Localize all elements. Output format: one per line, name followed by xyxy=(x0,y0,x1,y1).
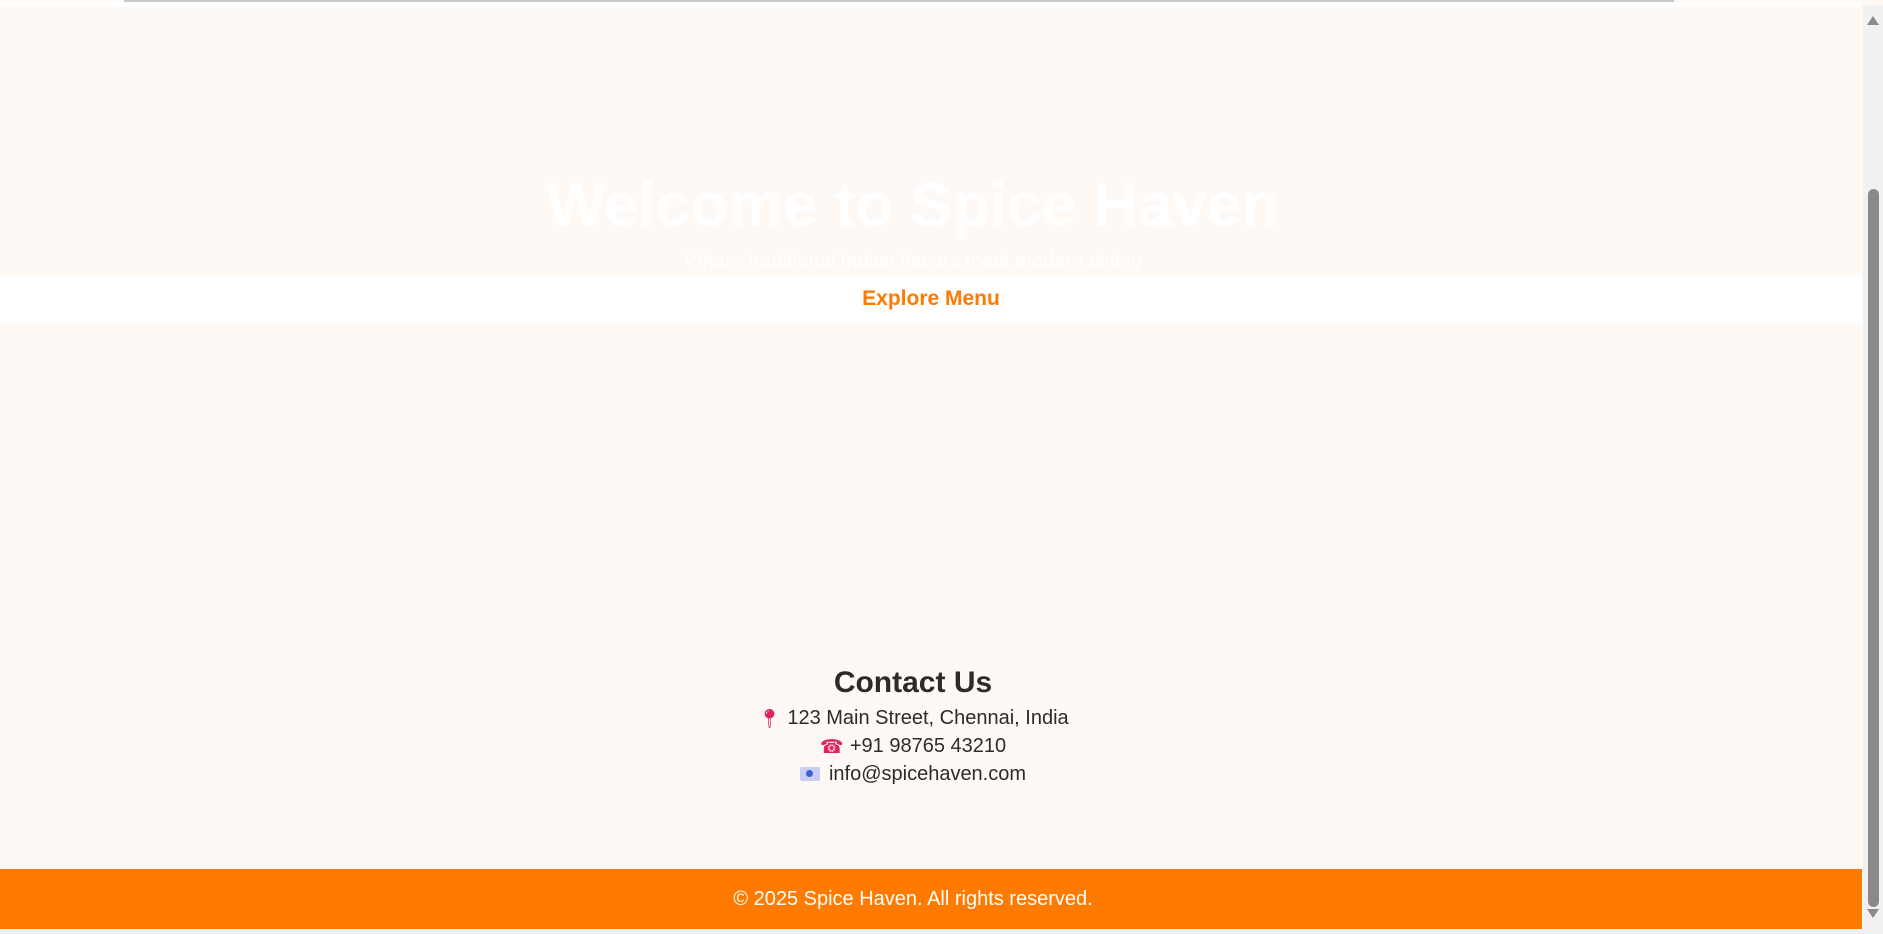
page-viewport: Welcome to Spice Haven Where traditional… xyxy=(0,0,1862,934)
scrollbar-thumb[interactable] xyxy=(1868,189,1879,907)
hero-subtitle: Where traditional Indian flavors meet mo… xyxy=(683,250,1143,272)
top-band xyxy=(0,2,1862,7)
contact-phone: ☎︎ +91 98765 43210 xyxy=(0,733,1826,761)
contact-section: Contact Us 📍︎ 123 Main Street, Chennai, I… xyxy=(0,661,1826,788)
phone-icon: ☎︎ xyxy=(819,737,844,758)
vertical-scrollbar[interactable] xyxy=(1863,5,1883,929)
explore-menu-button[interactable]: Explore Menu xyxy=(0,275,1862,323)
bottom-strip xyxy=(0,929,1883,934)
scroll-up-arrow-icon[interactable] xyxy=(1867,16,1879,25)
explore-menu-label: Explore Menu xyxy=(862,287,1000,310)
scroll-down-arrow-icon[interactable] xyxy=(1867,909,1879,918)
hero-title: Welcome to Spice Haven xyxy=(546,171,1280,240)
phone-text: +91 98765 43210 xyxy=(849,735,1007,757)
footer: © 2025 Spice Haven. All rights reserved. xyxy=(0,869,1862,929)
footer-copyright: © 2025 Spice Haven. All rights reserved. xyxy=(733,888,1093,910)
pin-icon: 📍︎ xyxy=(757,709,782,730)
address-text: 123 Main Street, Chennai, India xyxy=(787,707,1069,729)
contact-address: 📍︎ 123 Main Street, Chennai, India xyxy=(0,705,1826,733)
contact-email: info@spicehaven.com xyxy=(0,761,1826,788)
contact-heading: Contact Us xyxy=(833,666,993,699)
email-icon xyxy=(799,767,820,781)
email-text: info@spicehaven.com xyxy=(828,763,1027,785)
